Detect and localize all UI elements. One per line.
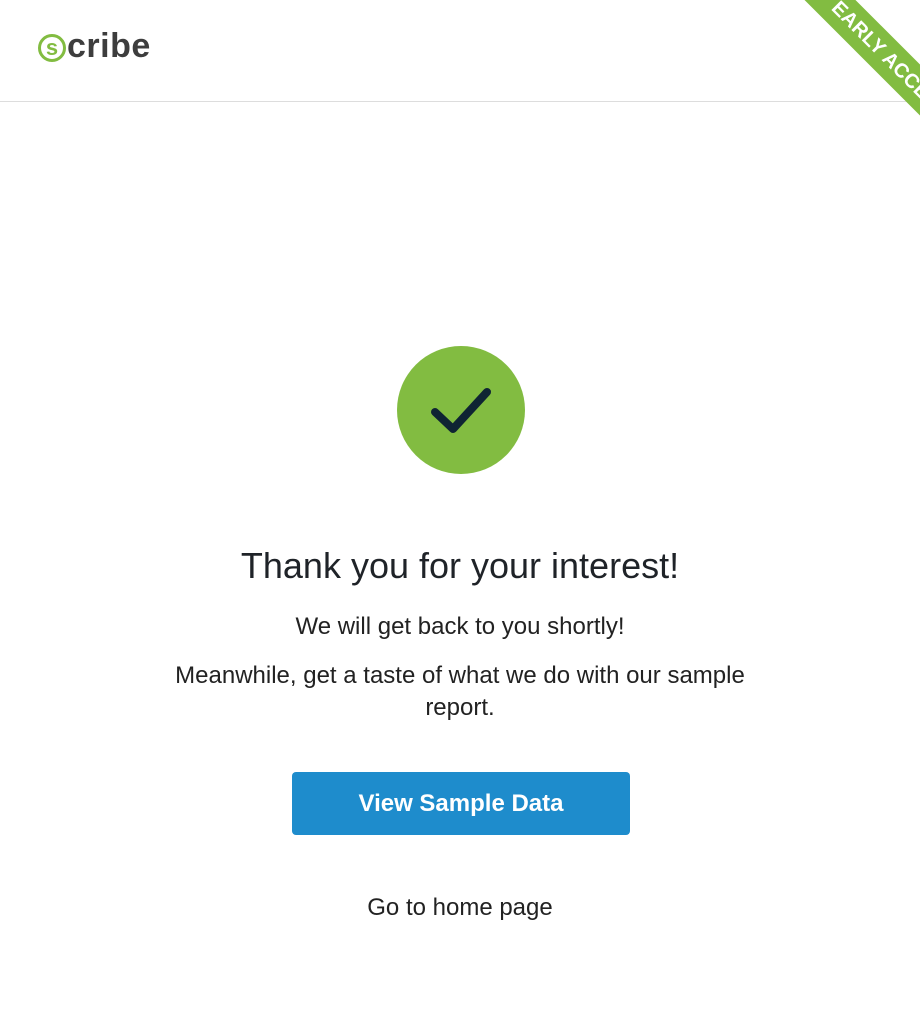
view-sample-data-button[interactable]: View Sample Data [292,772,630,835]
success-badge [397,346,525,474]
scribe-logo[interactable]: s cribe [38,26,151,66]
page-title: Thank you for your interest! [240,545,680,586]
page-header: s cribe EARLY ACCESS [0,0,920,165]
early-access-ribbon: EARLY ACCESS [750,0,920,170]
checkmark-icon [431,388,491,433]
go-to-home-page-link[interactable]: Go to home page [0,894,920,922]
confirmation-message: We will get back to you shortly! [295,613,625,640]
early-access-ribbon-label: EARLY ACCESS [785,0,920,165]
thank-you-page: s cribe EARLY ACCESS Thank you for your … [0,0,920,1029]
logo-initial: s [45,35,59,60]
logo-wordmark: cribe [67,27,151,65]
sample-report-message: Meanwhile, get a taste of what we do wit… [175,662,745,721]
logo-s-circle: s [38,34,66,62]
